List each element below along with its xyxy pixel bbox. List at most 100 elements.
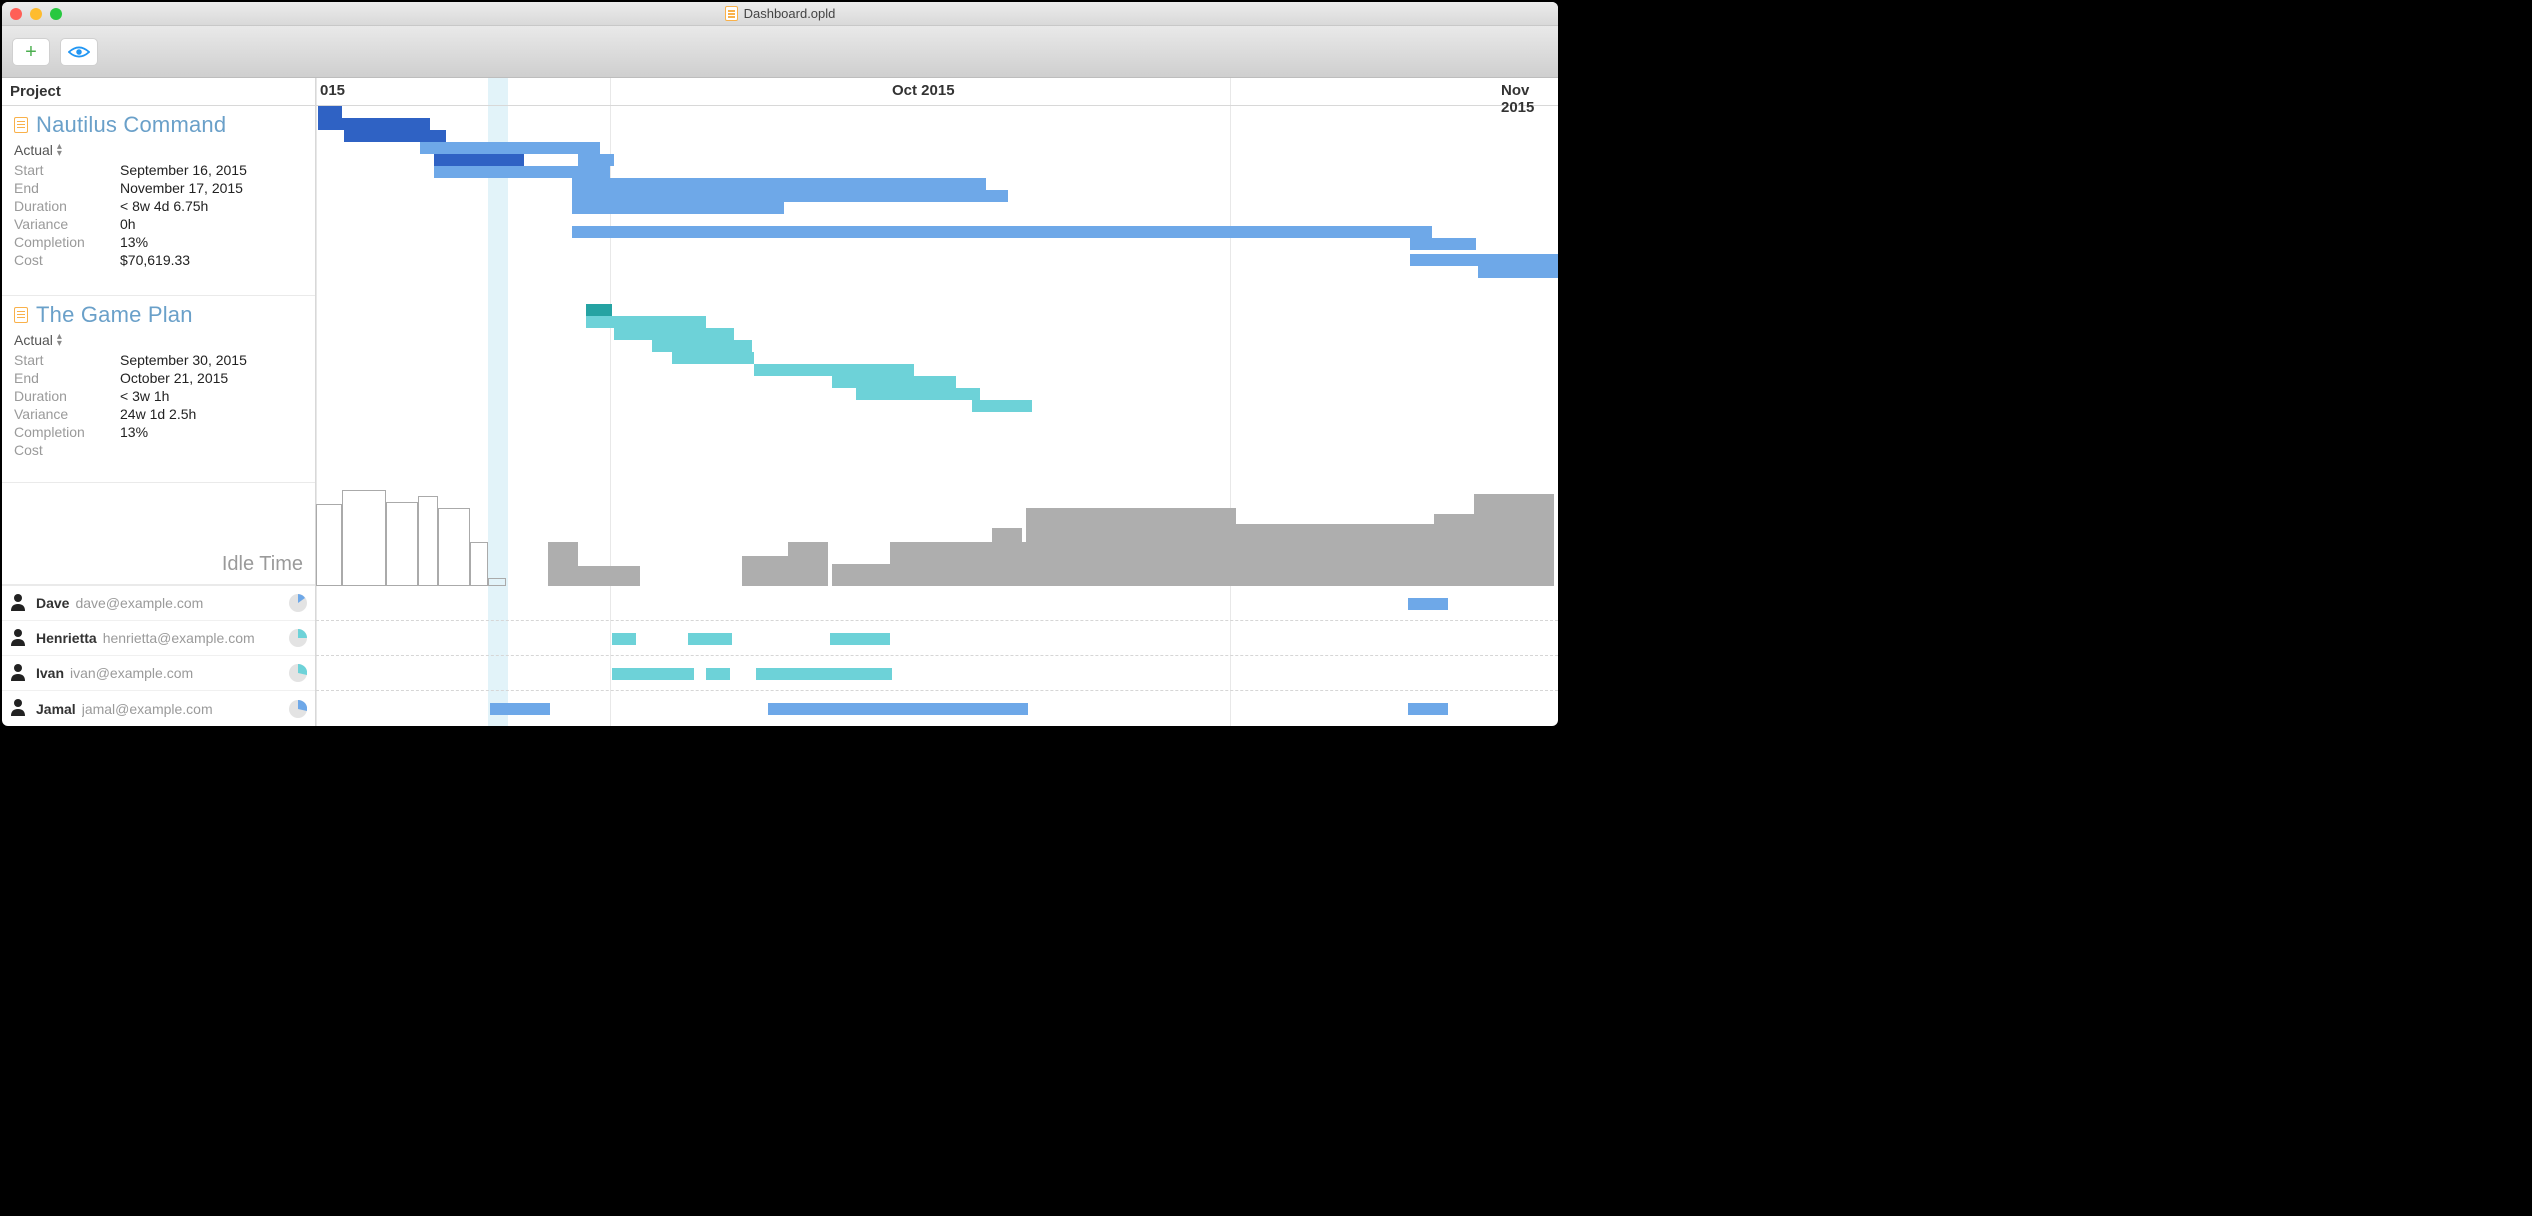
resource-name: Jamal (36, 701, 76, 717)
chevron-updown-icon: ▴▾ (57, 143, 62, 157)
gantt-bar[interactable] (586, 316, 706, 328)
resource-segment[interactable] (756, 668, 892, 680)
content: Project Nautilus Command Actual ▴▾ Start… (2, 78, 1558, 726)
gantt-bar[interactable] (672, 352, 754, 364)
field-end: October 21, 2015 (120, 370, 303, 386)
field-duration: < 3w 1h (120, 388, 303, 404)
resource-row[interactable]: Henrietta henrietta@example.com (2, 621, 315, 656)
app-window: Dashboard.opld + Project Nautilus Comman… (2, 2, 1558, 726)
field-completion: 13% (120, 424, 303, 440)
person-icon (10, 593, 26, 614)
resource-email: jamal@example.com (82, 701, 213, 717)
gantt-bar[interactable] (420, 142, 600, 154)
project-fields: StartSeptember 16, 2015 EndNovember 17, … (14, 162, 303, 268)
person-icon (10, 663, 26, 684)
resource-timeline-row (316, 586, 1558, 621)
project-name: Nautilus Command (36, 112, 226, 138)
resource-list: Dave dave@example.com Henrietta henriett… (2, 585, 315, 726)
resource-segment[interactable] (490, 703, 550, 715)
idle-bar (832, 564, 894, 586)
chevron-updown-icon: ▴▾ (57, 333, 62, 347)
gantt-bar[interactable] (586, 304, 612, 316)
person-icon (10, 628, 26, 649)
gantt-bar[interactable] (1478, 266, 1558, 278)
gantt-bar[interactable] (434, 154, 524, 166)
gantt-nautilus (316, 106, 1558, 296)
gantt-bar[interactable] (578, 154, 614, 166)
project-doc-icon (14, 117, 28, 133)
resource-email: dave@example.com (75, 595, 203, 611)
idle-bar (1236, 524, 1434, 586)
window-title-text: Dashboard.opld (744, 6, 836, 21)
resource-segment[interactable] (1408, 703, 1448, 715)
resource-row[interactable]: Dave dave@example.com (2, 586, 315, 621)
idle-bar (438, 508, 470, 586)
field-cost: $70,619.33 (120, 252, 303, 268)
gantt-bar[interactable] (856, 388, 980, 400)
idle-bar (386, 502, 418, 586)
gantt-bar[interactable] (344, 130, 446, 142)
pie-icon (289, 629, 307, 647)
gantt-bar[interactable] (572, 178, 986, 190)
project-card-gameplan[interactable]: The Game Plan Actual ▴▾ StartSeptember 3… (2, 296, 315, 484)
resource-row[interactable]: Ivan ivan@example.com (2, 656, 315, 691)
project-fields: StartSeptember 30, 2015 EndOctober 21, 2… (14, 352, 303, 458)
field-variance: 0h (120, 216, 303, 232)
idle-time-row: Idle Time (2, 483, 315, 585)
plus-icon: + (25, 42, 37, 62)
field-duration: < 8w 4d 6.75h (120, 198, 303, 214)
resource-name: Ivan (36, 665, 64, 681)
resource-segment[interactable] (688, 633, 732, 645)
resource-name: Henrietta (36, 630, 97, 646)
idle-histogram (316, 484, 1558, 586)
gantt-bar[interactable] (1410, 254, 1558, 266)
resource-timeline-row (316, 621, 1558, 656)
eye-icon (68, 45, 90, 59)
person-icon (10, 698, 26, 719)
column-header-project[interactable]: Project (2, 78, 315, 106)
pie-icon (289, 594, 307, 612)
resource-segment[interactable] (1408, 598, 1448, 610)
timeline-panel[interactable]: 015Oct 2015Nov 2015 (316, 78, 1558, 726)
timeline-header: 015Oct 2015Nov 2015 (316, 78, 1558, 106)
titlebar: Dashboard.opld (2, 2, 1558, 26)
idle-bar (1434, 514, 1474, 586)
resource-segment[interactable] (612, 633, 636, 645)
idle-bar (342, 490, 386, 586)
gantt-bar[interactable] (1410, 238, 1476, 250)
resource-name: Dave (36, 595, 69, 611)
resource-segment[interactable] (612, 668, 694, 680)
resource-timeline-row (316, 691, 1558, 726)
add-button[interactable]: + (12, 38, 50, 66)
view-mode-selector[interactable]: Actual ▴▾ (14, 142, 303, 158)
idle-time-label: Idle Time (222, 553, 303, 576)
idle-bar (1474, 494, 1554, 586)
resource-segment[interactable] (706, 668, 730, 680)
pie-icon (289, 664, 307, 682)
gantt-bar[interactable] (614, 328, 734, 340)
project-name: The Game Plan (36, 302, 193, 328)
view-button[interactable] (60, 38, 98, 66)
gantt-bar[interactable] (572, 190, 1008, 202)
resource-row[interactable]: Jamal jamal@example.com (2, 691, 315, 726)
left-panel: Project Nautilus Command Actual ▴▾ Start… (2, 78, 316, 726)
document-icon (725, 6, 738, 21)
gantt-bar[interactable] (652, 340, 752, 352)
resource-timeline-row (316, 656, 1558, 691)
gantt-bar[interactable] (318, 106, 342, 118)
idle-bar (316, 504, 342, 586)
resource-segment[interactable] (830, 633, 890, 645)
field-end: November 17, 2015 (120, 180, 303, 196)
gantt-gameplan (316, 304, 1558, 484)
gantt-bar[interactable] (572, 202, 784, 214)
idle-bar (548, 542, 578, 586)
resource-segment[interactable] (768, 703, 1028, 715)
view-mode-selector[interactable]: Actual ▴▾ (14, 332, 303, 348)
gantt-bar[interactable] (972, 400, 1032, 412)
gantt-bar[interactable] (754, 364, 914, 376)
gantt-bar[interactable] (434, 166, 610, 178)
gantt-bar[interactable] (572, 226, 1432, 238)
gantt-bar[interactable] (318, 118, 430, 130)
project-card-nautilus[interactable]: Nautilus Command Actual ▴▾ StartSeptembe… (2, 106, 315, 296)
gantt-bar[interactable] (832, 376, 956, 388)
